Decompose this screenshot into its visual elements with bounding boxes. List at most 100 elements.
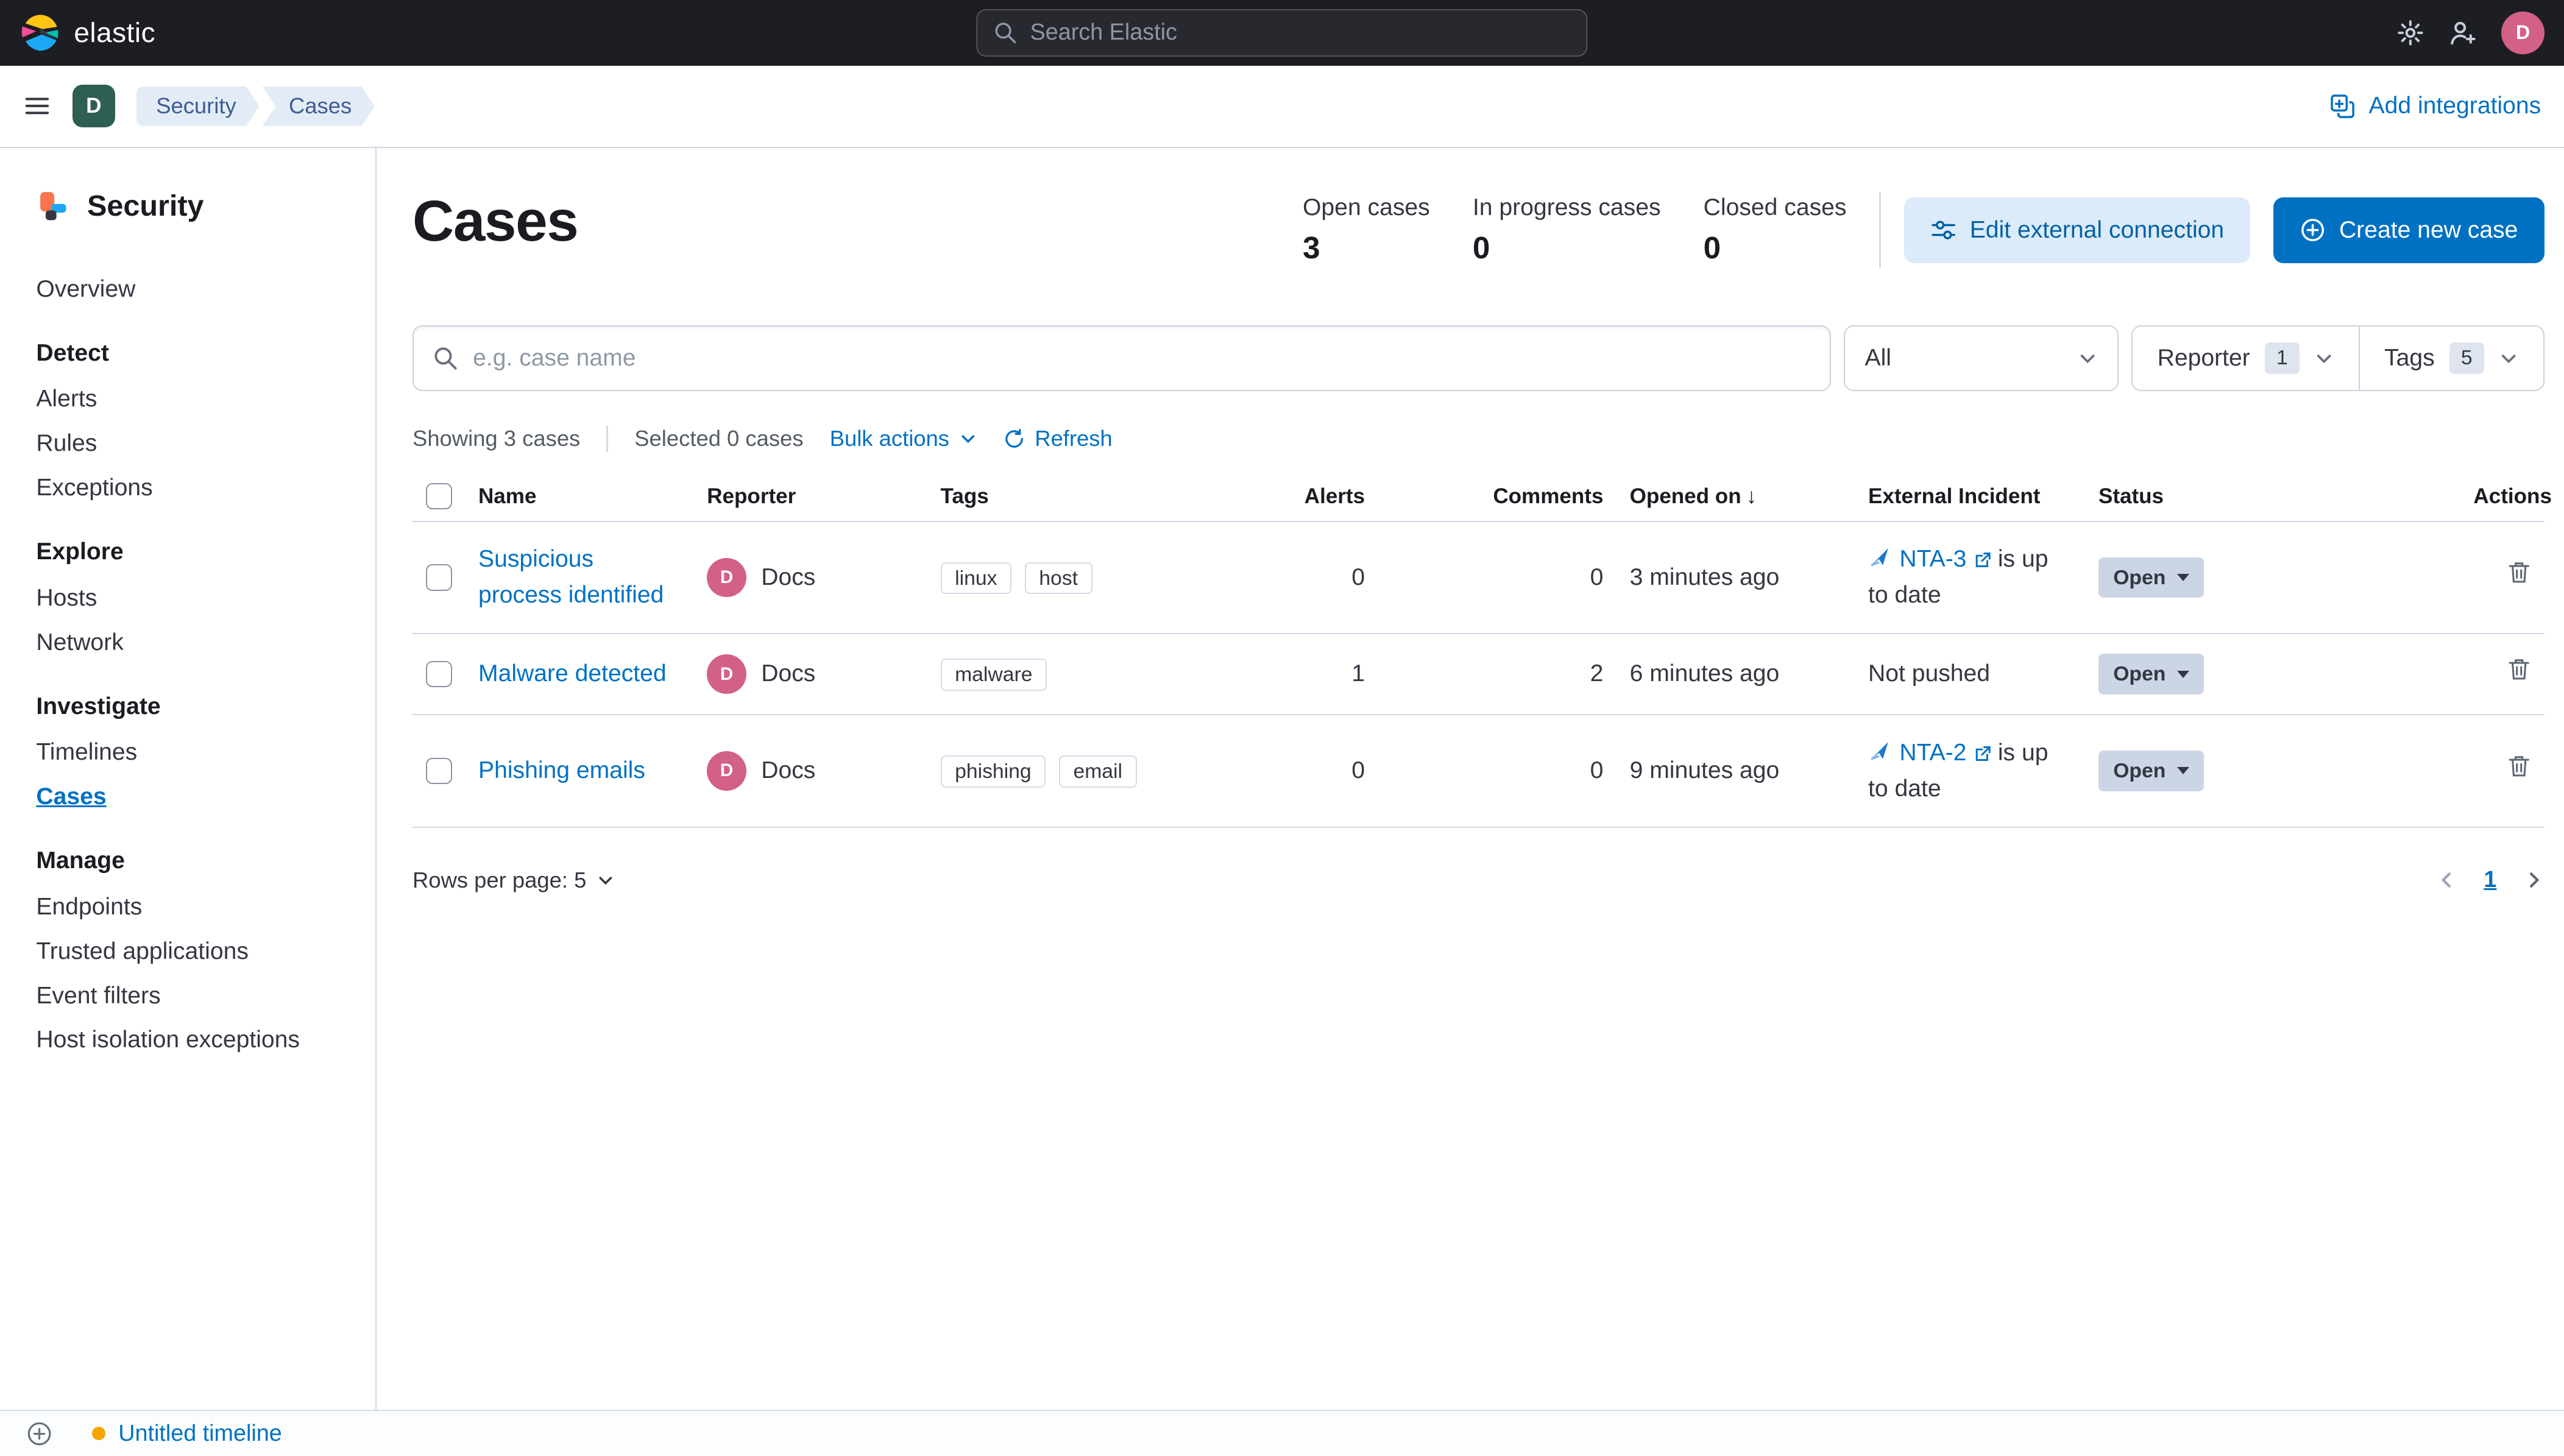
page-title: Cases <box>413 189 579 254</box>
row-checkbox[interactable] <box>425 564 452 591</box>
bulk-actions-button[interactable]: Bulk actions <box>830 426 977 451</box>
global-search <box>976 9 1588 57</box>
tags-count-badge: 5 <box>2449 342 2484 374</box>
main-layout: Security Overview Detect Alerts Rules Ex… <box>0 147 2564 1410</box>
select-all-checkbox[interactable] <box>425 482 452 510</box>
sidebar-item-exceptions[interactable]: Exceptions <box>36 472 355 504</box>
status-badge[interactable]: Open <box>2098 557 2205 598</box>
plus-circle-icon[interactable] <box>26 1421 52 1447</box>
global-header: elastic D <box>0 0 2564 66</box>
connector-icon <box>1871 741 1888 760</box>
status-label: Open <box>2113 759 2166 783</box>
page-number[interactable]: 1 <box>2474 864 2506 897</box>
stat-value: 0 <box>1703 230 1721 265</box>
create-new-case-button[interactable]: Create new case <box>2273 197 2545 263</box>
external-incident-link[interactable]: NTA-2 <box>1899 740 1991 766</box>
stat-open-cases: Open cases 3 <box>1303 194 1430 265</box>
chevron-down-icon <box>2177 670 2190 679</box>
page-header: Cases Open cases 3 In progress cases 0 C… <box>413 189 2545 268</box>
sidebar: Security Overview Detect Alerts Rules Ex… <box>0 147 377 1410</box>
sidebar-item-endpoints[interactable]: Endpoints <box>36 891 355 924</box>
sidebar-item-event-filters[interactable]: Event filters <box>36 980 355 1012</box>
breadcrumb-security[interactable]: Security <box>136 87 260 126</box>
chevron-down-icon <box>2177 574 2190 582</box>
trash-icon[interactable] <box>2507 657 2531 681</box>
status-label: Open <box>2113 565 2166 589</box>
stat-label: Open cases <box>1303 194 1430 221</box>
table-row: Suspicious process identified D Docs lin… <box>413 521 2545 635</box>
trash-icon[interactable] <box>2507 560 2531 584</box>
column-header-comments: Comments <box>1378 472 1617 523</box>
sidebar-section-manage: Manage <box>36 847 125 874</box>
bulk-actions-label: Bulk actions <box>829 426 949 451</box>
comments-count: 0 <box>1378 715 1617 828</box>
tag-badge: linux <box>940 562 1012 595</box>
sidebar-item-trusted-applications[interactable]: Trusted applications <box>36 935 355 968</box>
sidebar-item-host-isolation-exceptions[interactable]: Host isolation exceptions <box>36 1023 355 1056</box>
sidebar-item-network[interactable]: Network <box>36 626 355 659</box>
tag-badge: email <box>1058 755 1137 788</box>
external-incident-link[interactable]: NTA-3 <box>1899 546 1991 572</box>
case-name-link[interactable]: Malware detected <box>478 660 667 687</box>
stat-in-progress-cases: In progress cases 0 <box>1473 194 1661 265</box>
timeline-status-dot <box>92 1427 105 1440</box>
sidebar-item-overview[interactable]: Overview <box>36 273 355 306</box>
case-search-input[interactable] <box>473 344 1810 372</box>
cases-table: Name Reporter Tags Alerts Comments Opene… <box>413 472 2552 828</box>
chevron-right-icon[interactable] <box>2523 869 2545 891</box>
reporter-filter-button[interactable]: Reporter 1 <box>2133 327 2358 390</box>
external-incident-id: NTA-3 <box>1899 546 1967 573</box>
column-header-reporter: Reporter <box>693 472 927 523</box>
security-app-title: Security <box>36 189 355 224</box>
menu-icon[interactable] <box>23 92 51 120</box>
external-incident-cell: Not pushed <box>1855 634 2086 716</box>
space-avatar[interactable]: D <box>72 85 115 128</box>
filter-row: All Reporter 1 Tags 5 <box>413 325 2545 391</box>
breadcrumb-cases: Cases <box>263 87 375 126</box>
comments-count: 0 <box>1378 521 1617 635</box>
external-incident-id: NTA-2 <box>1899 739 1967 766</box>
untitled-timeline-button[interactable]: Untitled timeline <box>92 1421 282 1447</box>
user-add-icon[interactable] <box>2449 19 2477 47</box>
elastic-home-link[interactable]: elastic <box>19 12 155 53</box>
column-header-actions: Actions <box>2460 472 2552 523</box>
reporter-count-badge: 1 <box>2265 342 2300 374</box>
sidebar-item-rules[interactable]: Rules <box>36 427 355 460</box>
status-badge[interactable]: Open <box>2098 654 2205 695</box>
gear-icon[interactable] <box>2396 19 2424 47</box>
create-new-case-label: Create new case <box>2339 216 2518 243</box>
chevron-left-icon[interactable] <box>2436 869 2457 891</box>
sidebar-item-cases[interactable]: Cases <box>36 780 355 813</box>
integrations-icon <box>2331 94 2354 118</box>
rows-per-page-button[interactable]: Rows per page: 5 <box>413 868 614 893</box>
tags-filter-button[interactable]: Tags 5 <box>2358 327 2543 390</box>
case-name-link[interactable]: Phishing emails <box>478 757 645 783</box>
sidebar-item-hosts[interactable]: Hosts <box>36 582 355 615</box>
table-footer: Rows per page: 5 1 <box>413 864 2545 897</box>
row-checkbox[interactable] <box>425 757 452 785</box>
status-label: Open <box>2113 662 2166 686</box>
sidebar-item-timelines[interactable]: Timelines <box>36 736 355 769</box>
status-badge[interactable]: Open <box>2098 751 2205 791</box>
edit-external-connection-button[interactable]: Edit external connection <box>1904 197 2251 263</box>
column-header-status: Status <box>2085 472 2460 523</box>
tag-badge: phishing <box>940 755 1046 788</box>
trash-icon[interactable] <box>2507 754 2531 778</box>
case-name-link[interactable]: Suspicious process identified <box>478 546 664 608</box>
table-utility-bar: Showing 3 cases Selected 0 cases Bulk ac… <box>413 425 2545 452</box>
reporter-cell: D Docs <box>707 751 914 791</box>
sliders-icon <box>1932 221 1955 239</box>
status-filter-select[interactable]: All <box>1844 325 2119 391</box>
alerts-count: 0 <box>1271 715 1378 828</box>
chevron-down-icon <box>2080 355 2095 364</box>
add-integrations-button[interactable]: Add integrations <box>2329 93 2541 119</box>
stat-value: 3 <box>1303 230 1320 265</box>
row-checkbox[interactable] <box>425 661 452 688</box>
user-avatar[interactable]: D <box>2501 11 2545 54</box>
sidebar-item-alerts[interactable]: Alerts <box>36 383 355 415</box>
column-header-opened-on[interactable]: Opened on ↓ <box>1617 472 1855 523</box>
external-link-icon <box>1976 553 1991 568</box>
global-search-input[interactable] <box>1030 19 1570 46</box>
refresh-button[interactable]: Refresh <box>1004 426 1113 451</box>
opened-on-label: Opened on <box>1629 484 1741 508</box>
